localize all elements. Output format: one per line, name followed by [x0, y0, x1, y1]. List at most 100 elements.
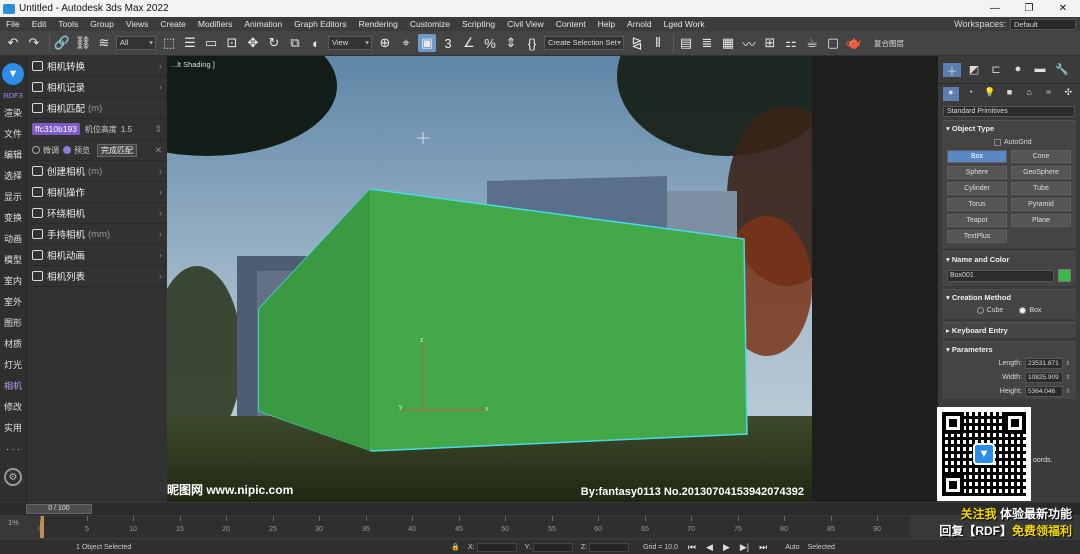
menu-lged-work[interactable]: Lged Work [658, 19, 711, 29]
sidebar-item-select[interactable]: 选择 [0, 166, 26, 187]
menu-rendering[interactable]: Rendering [353, 19, 404, 29]
menu-create[interactable]: Create [154, 19, 192, 29]
more-icon[interactable]: · · · [0, 439, 26, 460]
helpers-icon[interactable]: ⌂ [1021, 87, 1037, 101]
goto-start-icon[interactable]: ⏮ [688, 542, 696, 553]
camera-id-tag[interactable]: ffc310b193 [32, 123, 80, 135]
sidebar-item-material[interactable]: 材质 [0, 334, 26, 355]
menu-views[interactable]: Views [120, 19, 155, 29]
sidebar-item-shape[interactable]: 图形 [0, 313, 26, 334]
material-editor-icon[interactable]: ⚏ [782, 34, 800, 52]
reference-coordinate-dropdown[interactable]: View [328, 36, 372, 50]
angle-snap-icon[interactable]: ∠ [460, 34, 478, 52]
finish-match-button[interactable]: 完成匹配 [97, 143, 137, 157]
menu-tools[interactable]: Tools [52, 19, 84, 29]
sidebar-item-render[interactable]: 渲染 [0, 103, 26, 124]
box-radio[interactable] [1019, 307, 1027, 314]
height-input[interactable]: 5364.046 [1024, 386, 1063, 397]
x-coordinate-field[interactable] [476, 542, 517, 552]
plane-button[interactable]: Plane [1011, 214, 1071, 227]
object-type-title[interactable]: ▾ Object Type [942, 121, 1076, 136]
close-button[interactable]: ✕ [1046, 3, 1080, 14]
select-object-icon[interactable]: ⬚ [160, 34, 178, 52]
display-tab-icon[interactable]: ▬ [1031, 63, 1049, 77]
pivot-center-icon[interactable]: ⊕ [376, 34, 394, 52]
y-coordinate-field[interactable] [532, 542, 573, 552]
viewport-shading-label[interactable]: ...lt Shading ] [171, 60, 215, 69]
perspective-viewport[interactable]: z y x ...lt Shading ] 昵图网 www.nipic.com … [167, 56, 812, 502]
sidebar-item-edit[interactable]: 编辑 [0, 145, 26, 166]
menu-modifiers[interactable]: Modifiers [192, 19, 238, 29]
sidebar-item-interior[interactable]: 室内 [0, 271, 26, 292]
spinner-icon[interactable]: ⇕ [1065, 360, 1070, 367]
menu-edit[interactable]: Edit [26, 19, 53, 29]
sidebar-item-utility[interactable]: 实用 [0, 418, 26, 439]
spacewarps-icon[interactable]: ≈ [1041, 87, 1057, 101]
menu-civil-view[interactable]: Civil View [501, 19, 550, 29]
schematic-view-icon[interactable]: ⊞ [761, 34, 779, 52]
cube-option[interactable]: Cube [976, 307, 1003, 314]
box-option[interactable]: Box [1019, 307, 1041, 314]
tube-button[interactable]: Tube [1011, 182, 1071, 195]
select-by-name-icon[interactable]: ☰ [181, 34, 199, 52]
play-icon[interactable]: ▶ [723, 542, 730, 553]
geometry-icon[interactable]: ● [943, 87, 959, 101]
create-camera-row[interactable]: 创建相机 (m) › [27, 161, 167, 182]
time-slider[interactable]: 0 / 100 [26, 504, 92, 514]
ribbon-icon[interactable]: ▦ [719, 34, 737, 52]
layer-explorer-icon[interactable]: ≣ [698, 34, 716, 52]
camera-operation-row[interactable]: 相机操作 › [27, 182, 167, 203]
spinner-snap-icon[interactable]: ⇕ [502, 34, 520, 52]
sidebar-item-light[interactable]: 灯光 [0, 355, 26, 376]
maximize-button[interactable]: ❐ [1012, 3, 1046, 14]
next-frame-icon[interactable]: ▶| [740, 542, 749, 553]
sidebar-item-camera[interactable]: 相机 [0, 376, 26, 397]
sidebar-item-model[interactable]: 模型 [0, 250, 26, 271]
sphere-button[interactable]: Sphere [947, 166, 1007, 179]
named-selection-set-dropdown[interactable]: Create Selection Set [544, 36, 624, 50]
camera-list-row[interactable]: 相机列表 › [27, 266, 167, 287]
fine-tune-radio[interactable] [32, 146, 40, 154]
object-category-dropdown[interactable]: Standard Primitives [943, 106, 1075, 117]
gear-icon[interactable]: ⚙ [4, 468, 22, 486]
spinner-icon[interactable]: ⇕ [154, 124, 162, 135]
composite-layer-label[interactable]: 复合图层 [874, 38, 904, 49]
systems-icon[interactable]: ✣ [1060, 87, 1076, 101]
z-coordinate-field[interactable] [589, 542, 630, 552]
cube-radio[interactable] [976, 307, 984, 314]
sidebar-item-file[interactable]: 文件 [0, 124, 26, 145]
sidebar-item-modify[interactable]: 修改 [0, 397, 26, 418]
cone-button[interactable]: Cone [1011, 150, 1071, 163]
curve-editor-icon[interactable]: 〰 [740, 34, 758, 52]
sidebar-item-transform[interactable]: 变换 [0, 208, 26, 229]
keyboard-entry-title[interactable]: ▸ Keyboard Entry [942, 323, 1076, 338]
preview-radio[interactable] [63, 146, 71, 154]
placement-icon[interactable]: ◐ [307, 34, 325, 52]
creation-method-title[interactable]: ▾ Creation Method [942, 290, 1076, 305]
lock-icon[interactable]: 🔒 [451, 543, 460, 551]
keyboard-shortcut-icon[interactable]: ⌖ [397, 34, 415, 52]
camera-height-value[interactable]: 1.5 [121, 125, 132, 134]
scene-explorer-icon[interactable]: ▤ [677, 34, 695, 52]
utilities-tab-icon[interactable]: 🔧 [1053, 63, 1071, 77]
undo-icon[interactable]: ↶ [4, 34, 22, 52]
spinner-icon[interactable]: ⇕ [1065, 374, 1070, 381]
torus-button[interactable]: Torus [947, 198, 1007, 211]
redo-icon[interactable]: ↷ [25, 34, 43, 52]
sidebar-item-exterior[interactable]: 室外 [0, 292, 26, 313]
object-name-input[interactable]: Box001 [947, 269, 1054, 282]
motion-tab-icon[interactable]: ● [1009, 63, 1027, 77]
mirror-icon[interactable]: ⧎ [628, 34, 646, 52]
menu-help[interactable]: Help [592, 19, 621, 29]
menu-scripting[interactable]: Scripting [456, 19, 501, 29]
menu-group[interactable]: Group [84, 19, 120, 29]
cylinder-button[interactable]: Cylinder [947, 182, 1007, 195]
sidebar-item-animation[interactable]: 动画 [0, 229, 26, 250]
render-production-icon[interactable]: 🫖 [845, 34, 863, 52]
parameters-title[interactable]: ▾ Parameters [942, 342, 1076, 357]
box-button[interactable]: Box [947, 150, 1007, 163]
handheld-camera-row[interactable]: 手持相机 (mm) › [27, 224, 167, 245]
shapes-icon[interactable]: ◔ [963, 87, 979, 101]
goto-end-icon[interactable]: ⏭ [759, 542, 767, 553]
named-selection-icon[interactable]: {} [523, 34, 541, 52]
